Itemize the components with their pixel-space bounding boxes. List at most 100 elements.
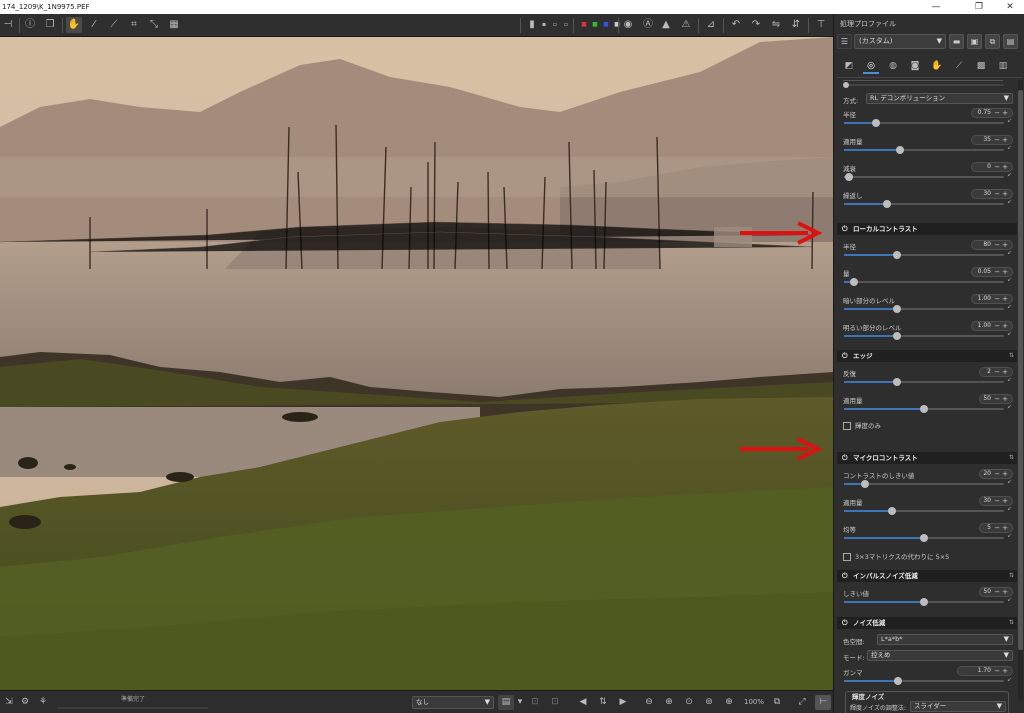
- spin-buttons[interactable]: −+: [994, 497, 1010, 505]
- scrollbar-thumb[interactable]: [1018, 90, 1023, 650]
- slider-track[interactable]: [844, 405, 1004, 413]
- reset-section-icon[interactable]: ⇅: [1009, 452, 1014, 464]
- luminance-only-checkbox[interactable]: 輝度のみ: [843, 420, 881, 430]
- reset-icon[interactable]: ↙: [1007, 596, 1012, 603]
- power-icon[interactable]: ⏻: [842, 350, 848, 362]
- slider-track[interactable]: [844, 305, 1004, 313]
- slider-track[interactable]: [844, 332, 1004, 340]
- spin-buttons[interactable]: −+: [994, 241, 1010, 249]
- slider-knob[interactable]: [920, 534, 928, 542]
- color-profile-select[interactable]: なし ▼: [412, 696, 494, 709]
- sync-icon[interactable]: ⇅: [596, 695, 610, 710]
- reset-icon[interactable]: ↙: [1007, 376, 1012, 383]
- resize-icon[interactable]: ⤡: [146, 17, 162, 33]
- open-folder-icon[interactable]: ▬: [949, 34, 964, 49]
- reset-icon[interactable]: ↙: [1007, 171, 1012, 178]
- flip-v-icon[interactable]: ⇵: [788, 17, 804, 33]
- reset-icon[interactable]: ↙: [1007, 403, 1012, 410]
- spin-buttons[interactable]: −+: [994, 109, 1010, 117]
- profile-select[interactable]: (カスタム) ▼: [854, 34, 946, 49]
- slider-knob[interactable]: [860, 480, 869, 488]
- checkbox-box[interactable]: [843, 553, 851, 561]
- flip-h-icon[interactable]: ⇋: [768, 17, 784, 33]
- color-space-select[interactable]: L*a*b* ▼: [877, 634, 1013, 645]
- reset-icon[interactable]: ↙: [1007, 505, 1012, 512]
- spin-buttons[interactable]: −+: [994, 190, 1010, 198]
- spin-buttons[interactable]: −+: [994, 163, 1010, 171]
- reset-icon[interactable]: ↙: [1007, 144, 1012, 151]
- checkbox-box[interactable]: [843, 422, 851, 430]
- slider-track[interactable]: [844, 173, 1004, 181]
- gamma-spin[interactable]: 1.70 −+: [957, 666, 1013, 676]
- slider-track[interactable]: [844, 507, 1004, 515]
- tab-advanced-icon[interactable]: ◙: [907, 58, 923, 74]
- spin-buttons[interactable]: −+: [994, 136, 1010, 144]
- reset-icon[interactable]: ↙: [1007, 478, 1012, 485]
- section-impulse-nr[interactable]: ⏻ インパルスノイズ低減 ⇅: [837, 570, 1017, 582]
- section-edge[interactable]: ⏻ エッジ ⇅: [837, 350, 1017, 362]
- shadow-clip-icon[interactable]: Ⓐ: [640, 17, 656, 33]
- hand-icon[interactable]: ✋: [66, 17, 82, 33]
- new-window-icon[interactable]: ⧉: [770, 695, 784, 710]
- chevron-down-icon[interactable]: ▾: [516, 695, 524, 710]
- save-icon[interactable]: ⇲: [2, 695, 16, 710]
- zoom-fit-icon[interactable]: ⊙: [682, 695, 696, 710]
- prev-image-icon[interactable]: ◀: [576, 695, 590, 710]
- next-image-icon[interactable]: ▶: [616, 695, 630, 710]
- reset-icon[interactable]: ↙: [1007, 249, 1012, 256]
- spin-buttons[interactable]: −+: [994, 395, 1010, 403]
- slider-track[interactable]: [843, 82, 1004, 88]
- reset-icon[interactable]: ↙: [1007, 532, 1012, 539]
- reset-icon[interactable]: ↙: [1007, 198, 1012, 205]
- soft-proof-icon[interactable]: ▤: [498, 695, 514, 710]
- queue-icon[interactable]: ⚙: [18, 695, 32, 710]
- section-local-contrast[interactable]: ⏻ ローカルコントラスト: [837, 223, 1017, 235]
- info-icon[interactable]: ⓘ: [22, 17, 38, 33]
- slider-track[interactable]: [844, 480, 1004, 488]
- power-icon[interactable]: ⏻: [842, 617, 848, 629]
- gamma-slider[interactable]: [844, 677, 1004, 685]
- slider-track[interactable]: [844, 200, 1004, 208]
- power-icon[interactable]: ⏻: [842, 223, 848, 235]
- fullscreen-icon[interactable]: ⤢: [795, 695, 809, 710]
- slider-knob[interactable]: [872, 119, 880, 127]
- straighten-tool-icon[interactable]: ⊤: [813, 17, 829, 33]
- image-preview[interactable]: [0, 37, 833, 690]
- tab-local-icon[interactable]: ✋: [929, 58, 945, 74]
- reset-icon[interactable]: ↙: [1007, 117, 1012, 124]
- reset-icon[interactable]: ↙: [1007, 330, 1012, 337]
- panel-scrollbar[interactable]: [1018, 80, 1023, 700]
- highlight-clip-icon[interactable]: ▲: [658, 17, 674, 33]
- tab-transform-icon[interactable]: ⟋: [951, 58, 967, 74]
- power-icon[interactable]: ⏻: [842, 570, 848, 582]
- slider-knob[interactable]: [892, 305, 901, 313]
- gamut-icon[interactable]: ⊡: [528, 695, 542, 710]
- mode-select[interactable]: 控えめ ▼: [867, 650, 1013, 661]
- spin-buttons[interactable]: −+: [994, 322, 1010, 330]
- crop-icon[interactable]: ⌗: [126, 17, 142, 33]
- section-micro-contrast[interactable]: ⏻ マイクロコントラスト ⇅: [837, 452, 1017, 464]
- slider-track[interactable]: [844, 378, 1004, 386]
- panel-toggle-icon[interactable]: ⊣: [0, 17, 16, 33]
- warning-icon[interactable]: ⚠: [678, 17, 694, 33]
- straighten-icon[interactable]: ⟋: [106, 17, 122, 33]
- copy-profile-icon[interactable]: ⧉: [985, 34, 1000, 49]
- sharpen-method-select[interactable]: RL デコンボリューション ▼: [866, 93, 1013, 104]
- perspective-icon[interactable]: ▦: [166, 17, 182, 33]
- rank-icon[interactable]: ⊡: [548, 695, 562, 710]
- reset-section-icon[interactable]: ⇅: [1009, 350, 1014, 362]
- slider-track[interactable]: [844, 251, 1004, 259]
- slider-track[interactable]: [844, 598, 1004, 606]
- power-icon[interactable]: ⏻: [842, 452, 848, 464]
- slider-knob[interactable]: [844, 173, 853, 181]
- tab-color-icon[interactable]: ◍: [885, 58, 901, 74]
- slider-knob[interactable]: [892, 332, 901, 340]
- compare-icon[interactable]: ❐: [42, 17, 58, 33]
- slider-track[interactable]: [844, 119, 1004, 127]
- tab-detail-icon[interactable]: ◎: [863, 58, 879, 74]
- zoom-clip-icon[interactable]: ⊕: [722, 695, 736, 710]
- profile-list-icon[interactable]: ☰: [837, 34, 852, 49]
- color-picker-icon[interactable]: ⁄: [86, 17, 102, 33]
- slider-knob[interactable]: [896, 146, 904, 154]
- paste-profile-icon[interactable]: ▤: [1003, 34, 1018, 49]
